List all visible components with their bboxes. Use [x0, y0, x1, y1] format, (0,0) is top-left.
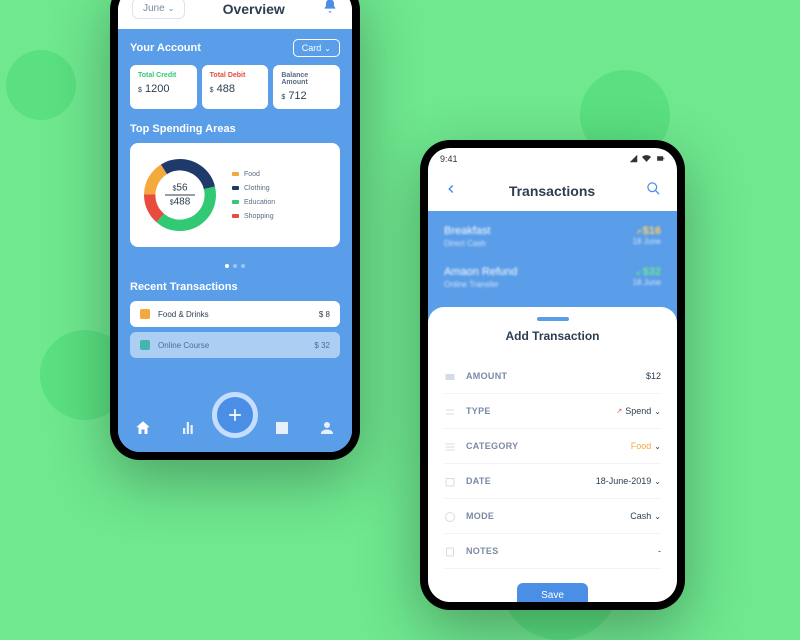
category-icon	[444, 440, 456, 452]
status-icons	[627, 154, 665, 165]
chevron-down-icon: ⌄	[654, 512, 661, 521]
legend-item: Education	[232, 199, 275, 206]
amount-icon	[444, 370, 456, 382]
chevron-down-icon: ⌄	[654, 442, 661, 451]
type-row[interactable]: TYPE ↗Spend ⌄	[444, 394, 661, 429]
back-button[interactable]	[444, 182, 458, 201]
chevron-down-icon: ⌄	[654, 477, 661, 486]
home-icon[interactable]	[134, 419, 152, 442]
spending-heading: Top Spending Areas	[130, 123, 340, 135]
spending-card: 16% $56 $488 Food Clothing Education Sho…	[130, 143, 340, 247]
course-icon	[140, 340, 150, 350]
balance-label: Balance Amount	[281, 72, 332, 86]
legend-item: Food	[232, 171, 275, 178]
list-icon[interactable]	[273, 419, 291, 442]
donut-chart: 16% $56 $488	[140, 155, 220, 235]
page-title: Overview	[185, 1, 322, 17]
category-row[interactable]: CATEGORY Food ⌄	[444, 429, 661, 464]
sheet-title: Add Transaction	[444, 329, 661, 343]
card-selector[interactable]: Card ⌄	[293, 39, 340, 57]
transaction-row[interactable]: Food & Drinks $ 8	[130, 301, 340, 327]
credit-label: Total Credit	[138, 72, 189, 79]
arrow-up-icon: ↗	[616, 407, 622, 415]
add-button[interactable]	[212, 392, 258, 438]
amount-row[interactable]: AMOUNT $12	[444, 359, 661, 394]
balance-card[interactable]: Balance Amount $ 712	[273, 65, 340, 109]
food-icon	[140, 309, 150, 319]
add-transaction-sheet: Add Transaction AMOUNT $12 TYPE ↗Spend ⌄…	[428, 307, 677, 602]
notes-row[interactable]: NOTES -	[444, 534, 661, 569]
save-button[interactable]: Save	[517, 583, 588, 602]
notes-icon	[444, 545, 456, 557]
chevron-down-icon: ⌄	[324, 44, 331, 53]
transaction-row[interactable]: Online Course $ 32	[130, 332, 340, 358]
page-dots	[130, 255, 340, 273]
calendar-icon	[444, 475, 456, 487]
donut-bottom: 488	[174, 197, 191, 208]
debit-label: Total Debit	[210, 72, 261, 79]
profile-icon[interactable]	[318, 419, 336, 442]
status-bar: 9:41	[428, 148, 677, 171]
credit-value: 1200	[145, 83, 169, 95]
bell-icon[interactable]	[322, 0, 338, 19]
mode-icon	[444, 510, 456, 522]
overview-header: June ⌄ Overview	[118, 0, 352, 29]
chevron-down-icon: ⌄	[168, 4, 175, 13]
transaction-row: Amaon Refund Online Transfer ↙$32 18 Jun…	[444, 266, 661, 289]
month-selector[interactable]: June ⌄	[132, 0, 185, 19]
legend-item: Clothing	[232, 185, 275, 192]
total-credit-card[interactable]: Total Credit $ 1200	[130, 65, 197, 109]
legend-item: Shopping	[232, 213, 275, 220]
date-row[interactable]: DATE 18-June-2019 ⌄	[444, 464, 661, 499]
status-time: 9:41	[440, 154, 458, 165]
transactions-phone: 9:41 Transactions Breakfast Direct Cash …	[420, 140, 685, 610]
transactions-header: Transactions	[428, 171, 677, 211]
debit-value: 488	[217, 83, 235, 95]
account-heading: Your Account	[130, 42, 201, 54]
mode-row[interactable]: MODE Cash ⌄	[444, 499, 661, 534]
sheet-handle[interactable]	[537, 317, 569, 321]
chart-legend: Food Clothing Education Shopping	[232, 171, 275, 220]
stats-icon[interactable]	[180, 419, 198, 442]
type-icon	[444, 405, 456, 417]
search-icon[interactable]	[646, 181, 661, 201]
chevron-down-icon: ⌄	[654, 407, 661, 416]
month-label: June	[143, 3, 165, 14]
overview-phone: June ⌄ Overview Your Account Card ⌄ Tota…	[110, 0, 360, 460]
total-debit-card[interactable]: Total Debit $ 488	[202, 65, 269, 109]
donut-top: 56	[176, 183, 187, 194]
recent-heading: Recent Transactions	[130, 281, 340, 293]
page-title: Transactions	[509, 183, 595, 199]
balance-value: 712	[288, 90, 306, 102]
transaction-row: Breakfast Direct Cash ↗$16 18 June	[444, 225, 661, 248]
